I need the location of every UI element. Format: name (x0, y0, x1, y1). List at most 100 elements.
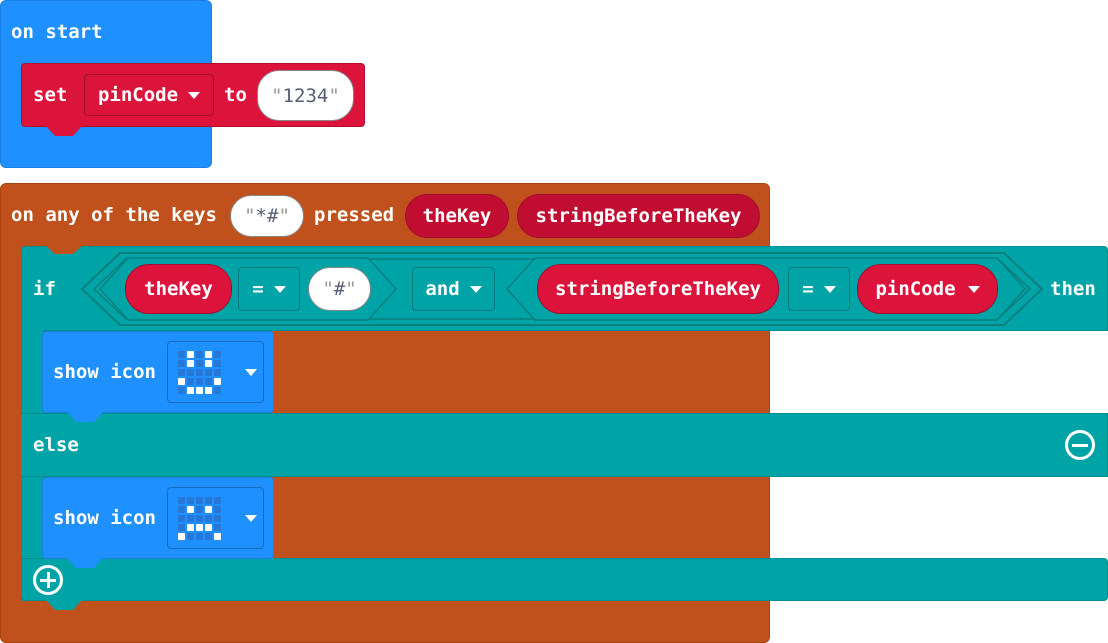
stringbeforethekey-parameter[interactable]: stringBeforeTheKey (517, 194, 760, 238)
chevron-down-icon (273, 285, 286, 293)
led-off (205, 368, 212, 376)
led-off (196, 359, 203, 367)
hash-value-input[interactable]: " # " (308, 267, 371, 311)
led-on (205, 350, 212, 358)
to-label: to (224, 84, 247, 106)
led-off (196, 368, 203, 376)
pincode-variable-dropdown-2[interactable]: pinCode (857, 264, 998, 314)
led-on (214, 377, 221, 385)
quote-open: " (322, 278, 334, 300)
add-else-if-icon[interactable] (33, 565, 63, 595)
led-on (187, 386, 194, 394)
chevron-down-icon (245, 368, 257, 376)
thekey-parameter[interactable]: theKey (405, 194, 509, 238)
equals-operator-dropdown-2[interactable]: = (788, 267, 850, 311)
icon-picker-1[interactable] (167, 341, 264, 403)
show-icon-label-1: show icon (53, 361, 156, 383)
led-off (205, 377, 212, 385)
led-off (187, 496, 194, 504)
on-start-label: on start (11, 21, 103, 43)
pincode-variable-dropdown[interactable]: pinCode (84, 74, 214, 116)
pincode-variable-text: pinCode (875, 278, 956, 300)
chevron-down-icon (823, 285, 836, 293)
led-on (205, 359, 212, 367)
led-off (196, 350, 203, 358)
chevron-down-icon (245, 514, 257, 522)
led-on (196, 523, 203, 531)
if-else-block-bottom[interactable] (21, 558, 1108, 601)
led-off (205, 496, 212, 504)
else-label: else (33, 434, 79, 456)
pincode-value-input[interactable]: " 1234 " (257, 70, 354, 121)
led-on (214, 532, 221, 540)
sad-face-icon (178, 496, 221, 540)
quote-close: " (278, 205, 290, 227)
led-off (196, 377, 203, 385)
keys-value-input[interactable]: " *# " (230, 195, 304, 237)
and-operator-dropdown[interactable]: and (412, 267, 495, 311)
led-off (214, 496, 221, 504)
icon-picker-2[interactable] (167, 487, 264, 549)
led-on (196, 386, 203, 394)
led-off (214, 514, 221, 522)
show-icon-label-2: show icon (53, 507, 156, 529)
on-keys-prefix-label: on any of the keys (11, 204, 217, 226)
quote-open: " (271, 84, 283, 107)
led-off (214, 359, 221, 367)
led-off (214, 368, 221, 376)
equals-operator-dropdown-1[interactable]: = (238, 267, 300, 311)
led-off (187, 377, 194, 385)
then-label: then (1050, 278, 1096, 300)
led-off (178, 359, 185, 367)
remove-else-icon[interactable] (1065, 430, 1095, 460)
led-off (178, 350, 185, 358)
quote-close: " (328, 84, 340, 107)
led-off (178, 368, 185, 376)
else-row[interactable] (21, 413, 1108, 477)
led-off (196, 505, 203, 513)
equals-operator-text: = (252, 278, 264, 300)
quote-open: " (244, 205, 256, 227)
led-off (178, 514, 185, 522)
led-on (205, 523, 212, 531)
led-off (178, 505, 185, 513)
led-off (187, 514, 194, 522)
pincode-value-text: 1234 (282, 84, 329, 107)
led-off (214, 386, 221, 394)
pressed-label: pressed (314, 204, 395, 226)
led-off (205, 532, 212, 540)
equals-operator-text: = (802, 278, 814, 300)
led-off (187, 368, 194, 376)
set-label: set (33, 84, 68, 106)
led-off (196, 496, 203, 504)
led-off (196, 532, 203, 540)
led-off (178, 496, 185, 504)
led-on (187, 523, 194, 531)
led-off (178, 523, 185, 531)
thekey-variable[interactable]: theKey (125, 264, 232, 314)
keys-value-text: *# (255, 205, 279, 227)
chevron-down-icon (469, 285, 482, 293)
pincode-variable-name: pinCode (97, 84, 179, 106)
led-on (205, 386, 212, 394)
led-on (205, 505, 212, 513)
quote-close: " (345, 278, 357, 300)
led-off (205, 514, 212, 522)
led-off (214, 505, 221, 513)
and-operator-text: and (425, 278, 460, 300)
led-on (178, 532, 185, 540)
led-on (187, 350, 194, 358)
if-label: if (33, 278, 56, 300)
led-off (178, 386, 185, 394)
led-on (187, 359, 194, 367)
led-off (214, 523, 221, 531)
led-off (187, 532, 194, 540)
led-off (214, 350, 221, 358)
chevron-down-icon (188, 91, 201, 99)
led-off (196, 514, 203, 522)
led-on (178, 377, 185, 385)
happy-face-icon (178, 350, 221, 394)
stringbeforethekey-variable[interactable]: stringBeforeTheKey (537, 264, 779, 314)
chevron-down-icon (967, 285, 980, 293)
led-on (187, 505, 194, 513)
